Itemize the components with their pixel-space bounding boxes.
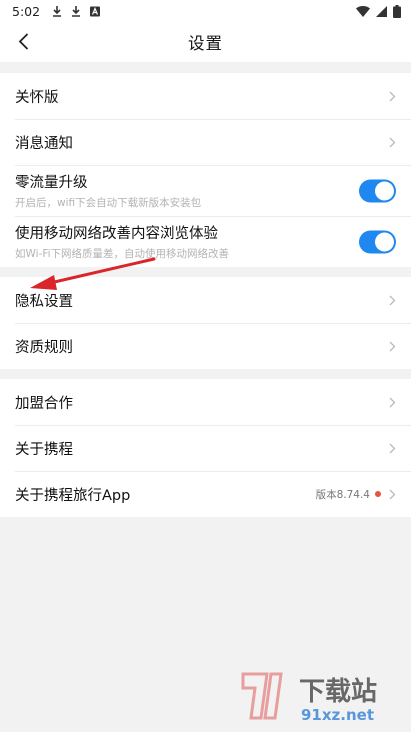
battery-icon [393, 4, 401, 18]
chevron-right-icon [389, 396, 397, 408]
toggle-knob [375, 232, 394, 251]
version-info: 版本8.74.4 [316, 487, 389, 502]
row-label: 关怀版 [15, 89, 59, 106]
page-title: 设置 [188, 34, 223, 53]
row-label: 关于携程旅行App [15, 487, 131, 504]
row-label: 关于携程 [15, 441, 73, 458]
settings-group-privacy: 隐私设置 资质规则 [0, 277, 411, 369]
section-divider [0, 267, 411, 277]
zero-traffic-toggle[interactable] [359, 179, 396, 202]
signal-icon [376, 5, 387, 17]
download-icon [53, 5, 62, 17]
watermark-brand: 下载站 [299, 677, 377, 707]
join-cooperation-row[interactable]: 加盟合作 [0, 379, 411, 425]
site-watermark: 下载站 91xz.net [241, 672, 377, 724]
about-ctrip-row[interactable]: 关于携程 [0, 425, 411, 471]
row-description: 如Wi-Fi下网络质量差，自动使用移动网络改善 [15, 248, 230, 260]
mobile-network-boost-row: 使用移动网络改善内容浏览体验 如Wi-Fi下网络质量差，自动使用移动网络改善 [0, 216, 411, 267]
section-divider [0, 369, 411, 379]
about-app-row[interactable]: 关于携程旅行App 版本8.74.4 [0, 471, 411, 517]
update-badge [375, 491, 381, 497]
row-label: 消息通知 [15, 135, 73, 152]
row-label: 隐私设置 [15, 293, 73, 310]
version-text: 版本8.74.4 [315, 488, 370, 501]
chevron-right-icon [389, 340, 397, 352]
section-divider [0, 62, 411, 73]
qualification-rules-row[interactable]: 资质规则 [0, 323, 411, 369]
chevron-right-icon [389, 294, 397, 306]
row-label: 资质规则 [15, 339, 73, 356]
status-time: 5:02 [12, 3, 41, 19]
chevron-right-icon [389, 90, 397, 102]
app-notification-icon [90, 6, 101, 16]
row-label: 加盟合作 [15, 395, 73, 412]
notification-row[interactable]: 消息通知 [0, 119, 411, 165]
row-description: 开启后，wifi下会自动下载新版本安装包 [15, 197, 202, 209]
privacy-settings-row[interactable]: 隐私设置 [0, 277, 411, 323]
zero-traffic-upgrade-row: 零流量升级 开启后，wifi下会自动下载新版本安装包 [0, 165, 411, 216]
row-label: 使用移动网络改善内容浏览体验 [15, 226, 218, 242]
mobile-network-toggle[interactable] [359, 230, 396, 253]
top-nav-bar: 设置 [0, 22, 411, 62]
watermark-domain: 91xz.net [301, 706, 374, 724]
wifi-icon [356, 5, 370, 17]
chevron-left-icon [18, 32, 28, 50]
row-label: 零流量升级 [15, 175, 88, 191]
back-button[interactable] [10, 28, 36, 54]
download-icon [72, 5, 81, 17]
settings-group-general: 关怀版 消息通知 零流量升级 开启后，wifi下会自动下载新版本安装包 使用移动… [0, 73, 411, 267]
chevron-right-icon [389, 442, 397, 454]
chevron-right-icon [389, 136, 397, 148]
toggle-knob [375, 181, 394, 200]
chevron-right-icon [389, 488, 397, 500]
care-version-row[interactable]: 关怀版 [0, 73, 411, 119]
status-bar: 5:02 [0, 0, 411, 22]
settings-group-about: 加盟合作 关于携程 关于携程旅行App 版本8.74.4 [0, 379, 411, 517]
